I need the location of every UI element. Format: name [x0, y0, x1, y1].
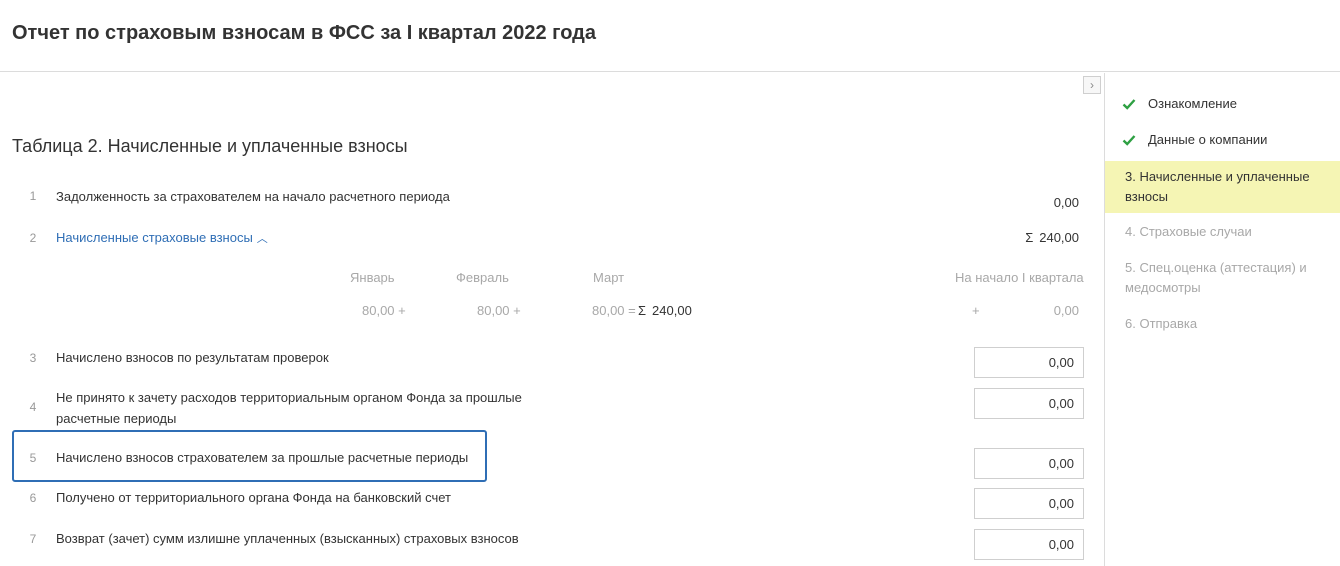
- month-header-mar: Март: [593, 270, 625, 285]
- quarter-start-header: На начало I квартала: [955, 270, 1084, 285]
- row7-amount-input[interactable]: [974, 529, 1084, 560]
- step-label: 3. Начисленные и уплаченные взносы: [1125, 169, 1310, 204]
- sigma-icon: Σ: [638, 303, 647, 318]
- step-label: 4. Страховые случаи: [1125, 224, 1252, 239]
- main-content: › Таблица 2. Начисленные и уплаченные вз…: [0, 73, 1104, 566]
- row-number: 3: [29, 351, 37, 365]
- page-title: Отчет по страховым взносам в ФСС за I кв…: [12, 22, 596, 44]
- row-value: 0,00: [1053, 195, 1079, 210]
- step-send[interactable]: 6. Отправка: [1105, 314, 1340, 334]
- plus-sign: +: [972, 303, 980, 318]
- row-label: Возврат (зачет) сумм излишне уплаченных …: [56, 531, 519, 546]
- month-sum: Σ 240,00: [638, 303, 692, 318]
- row-label: Начисленные страховые взносы: [56, 230, 253, 245]
- step-label: Данные о компании: [1148, 132, 1268, 147]
- row-number: 1: [29, 189, 37, 203]
- row3-amount-input[interactable]: [974, 347, 1084, 378]
- chevron-right-icon[interactable]: ›: [1083, 76, 1101, 94]
- row-number: 6: [29, 491, 37, 505]
- step-label: 5. Спец.оценка (аттестация) и медосмотры: [1125, 260, 1307, 295]
- step-company-data[interactable]: Данные о компании: [1105, 130, 1340, 150]
- steps-sidebar: Ознакомление Данные о компании 3. Начисл…: [1104, 73, 1340, 566]
- row5-amount-input[interactable]: [974, 448, 1084, 479]
- month-value-mar: 80,00 =: [592, 303, 636, 318]
- page-header: Отчет по страховым взносам в ФСС за I кв…: [0, 0, 1340, 72]
- step-insured-events[interactable]: 4. Страховые случаи: [1105, 222, 1340, 242]
- row-value: Σ 240,00: [1025, 230, 1079, 245]
- month-header-jan: Январь: [350, 270, 395, 285]
- step-label: 6. Отправка: [1125, 316, 1198, 331]
- accrued-contributions-link[interactable]: Начисленные страховые взносы ︿: [56, 227, 268, 250]
- row-label: Начислено взносов по результатам проверо…: [56, 350, 329, 365]
- month-value-jan: 80,00 +: [362, 303, 406, 318]
- step-special-assessment[interactable]: 5. Спец.оценка (аттестация) и медосмотры: [1105, 258, 1340, 298]
- chevron-up-icon: ︿: [256, 233, 268, 245]
- month-sum-value: 240,00: [652, 303, 692, 318]
- row-number: 4: [29, 400, 37, 414]
- row-label: Начислено взносов страхователем за прошл…: [56, 450, 469, 465]
- sigma-icon: Σ: [1025, 230, 1034, 245]
- row-number: 2: [29, 231, 37, 245]
- quarter-start-value: 0,00: [1053, 303, 1079, 318]
- step-intro[interactable]: Ознакомление: [1105, 94, 1340, 114]
- row-label: Задолженность за страхователем на начало…: [56, 189, 450, 204]
- row4-amount-input[interactable]: [974, 388, 1084, 419]
- section-title: Таблица 2. Начисленные и уплаченные взно…: [12, 136, 408, 156]
- step-label: Ознакомление: [1148, 96, 1237, 111]
- month-header-feb: Февраль: [456, 270, 509, 285]
- row-number: 5: [29, 451, 37, 465]
- check-icon: [1122, 135, 1136, 146]
- row-label: Получено от территориального органа Фонд…: [56, 490, 451, 505]
- check-icon: [1122, 99, 1136, 110]
- accrued-total: 240,00: [1039, 230, 1079, 245]
- month-value-feb: 80,00 +: [477, 303, 521, 318]
- row6-amount-input[interactable]: [974, 488, 1084, 519]
- row-label: Не принято к зачету расходов территориал…: [56, 390, 522, 426]
- row-number: 7: [29, 532, 37, 546]
- step-contributions[interactable]: 3. Начисленные и уплаченные взносы: [1105, 161, 1340, 213]
